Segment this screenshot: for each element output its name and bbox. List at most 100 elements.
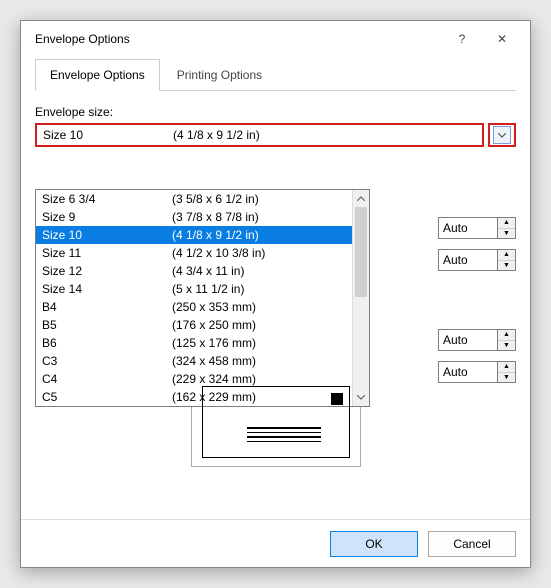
option-name: Size 12	[42, 264, 172, 278]
option-dims: (176 x 250 mm)	[172, 318, 256, 332]
option-dims: (4 3/4 x 11 in)	[172, 264, 244, 278]
scroll-track[interactable]	[353, 297, 369, 389]
option-name: Size 9	[42, 210, 172, 224]
spinbox-group-2: Auto ▲ ▼ Auto ▲ ▼	[438, 329, 516, 383]
spin-up-button[interactable]: ▲	[498, 330, 515, 341]
dialog-buttons: OK Cancel	[21, 519, 530, 567]
dialog-content: Envelope Options Printing Options Envelo…	[21, 57, 530, 519]
envelope-graphic	[202, 386, 350, 458]
help-button[interactable]: ?	[442, 25, 482, 53]
tab-envelope-options[interactable]: Envelope Options	[35, 59, 160, 91]
option-name: Size 6 3/4	[42, 192, 172, 206]
envelope-size-group: Envelope size: Size 10 (4 1/8 x 9 1/2 in…	[35, 105, 516, 147]
tab-label: Printing Options	[177, 68, 262, 82]
dropdown-option[interactable]: Size 12(4 3/4 x 11 in)	[36, 262, 352, 280]
button-label: Cancel	[453, 537, 490, 551]
spin-down-button[interactable]: ▼	[498, 373, 515, 383]
spinbox-auto-4[interactable]: Auto ▲ ▼	[438, 361, 516, 383]
spin-up-button[interactable]: ▲	[498, 250, 515, 261]
option-name: B6	[42, 336, 172, 350]
chevron-down-icon	[498, 133, 506, 138]
dropdown-option[interactable]: Size 9(3 7/8 x 8 7/8 in)	[36, 208, 352, 226]
option-name: B5	[42, 318, 172, 332]
spin-up-button[interactable]: ▲	[498, 362, 515, 373]
envelope-size-combo-row: Size 10 (4 1/8 x 9 1/2 in)	[35, 123, 516, 147]
spinbox-value[interactable]: Auto	[438, 217, 498, 239]
option-name: Size 10	[42, 228, 172, 242]
close-icon: ✕	[497, 32, 507, 46]
option-name: Size 14	[42, 282, 172, 296]
tab-label: Envelope Options	[50, 68, 145, 82]
group-spacer	[438, 281, 516, 319]
address-line	[247, 432, 321, 434]
spinbox-value[interactable]: Auto	[438, 361, 498, 383]
option-dims: (229 x 324 mm)	[172, 372, 256, 386]
address-line	[247, 436, 321, 438]
option-dims: (250 x 353 mm)	[172, 300, 256, 314]
spinbox-buttons: ▲ ▼	[498, 217, 516, 239]
dropdown-option[interactable]: C3(324 x 458 mm)	[36, 352, 352, 370]
selected-size-dims: (4 1/8 x 9 1/2 in)	[173, 128, 260, 142]
dropdown-btn-highlight	[488, 123, 516, 147]
cancel-button[interactable]: Cancel	[428, 531, 516, 557]
spinbox-group-1: Auto ▲ ▼ Auto ▲ ▼	[438, 217, 516, 271]
spinbox-auto-2[interactable]: Auto ▲ ▼	[438, 249, 516, 271]
option-dims: (5 x 11 1/2 in)	[172, 282, 244, 296]
spinbox-auto-1[interactable]: Auto ▲ ▼	[438, 217, 516, 239]
stamp-icon	[331, 393, 343, 405]
spin-down-button[interactable]: ▼	[498, 341, 515, 351]
spinbox-value[interactable]: Auto	[438, 249, 498, 271]
spinbox-buttons: ▲ ▼	[498, 249, 516, 271]
side-spinboxes: Auto ▲ ▼ Auto ▲ ▼ Auto	[438, 217, 516, 383]
option-dims: (3 7/8 x 8 7/8 in)	[172, 210, 259, 224]
option-dims: (4 1/8 x 9 1/2 in)	[172, 228, 259, 242]
option-name: C3	[42, 354, 172, 368]
close-button[interactable]: ✕	[482, 25, 522, 53]
envelope-size-dropdown[interactable]: Size 6 3/4(3 5/8 x 6 1/2 in)Size 9(3 7/8…	[35, 189, 370, 407]
scroll-down-button[interactable]	[353, 389, 369, 406]
tab-printing-options[interactable]: Printing Options	[162, 59, 277, 90]
spin-up-button[interactable]: ▲	[498, 218, 515, 229]
dialog-title: Envelope Options	[35, 32, 442, 46]
spinbox-value[interactable]: Auto	[438, 329, 498, 351]
spinbox-buttons: ▲ ▼	[498, 329, 516, 351]
option-dims: (4 1/2 x 10 3/8 in)	[172, 246, 265, 260]
option-name: C5	[42, 390, 172, 404]
chevron-up-icon	[357, 196, 365, 201]
ok-button[interactable]: OK	[330, 531, 418, 557]
dropdown-option[interactable]: Size 14(5 x 11 1/2 in)	[36, 280, 352, 298]
envelope-size-dropdown-button[interactable]	[493, 126, 511, 144]
option-name: C4	[42, 372, 172, 386]
dropdown-option[interactable]: B4(250 x 353 mm)	[36, 298, 352, 316]
spin-down-button[interactable]: ▼	[498, 229, 515, 239]
option-name: Size 11	[42, 246, 172, 260]
envelope-size-display[interactable]: Size 10 (4 1/8 x 9 1/2 in)	[35, 123, 484, 147]
address-line	[247, 427, 321, 429]
option-dims: (3 5/8 x 6 1/2 in)	[172, 192, 259, 206]
spinbox-buttons: ▲ ▼	[498, 361, 516, 383]
envelope-size-label: Envelope size:	[35, 105, 516, 119]
button-label: OK	[365, 537, 382, 551]
envelope-options-dialog: Envelope Options ? ✕ Envelope Options Pr…	[20, 20, 531, 568]
selected-size-name: Size 10	[43, 128, 173, 142]
dropdown-scrollbar[interactable]	[352, 190, 369, 406]
dropdown-option[interactable]: B5(176 x 250 mm)	[36, 316, 352, 334]
dropdown-list: Size 6 3/4(3 5/8 x 6 1/2 in)Size 9(3 7/8…	[36, 190, 352, 406]
address-line	[247, 441, 321, 443]
option-dims: (324 x 458 mm)	[172, 354, 256, 368]
dropdown-option[interactable]: B6(125 x 176 mm)	[36, 334, 352, 352]
chevron-down-icon	[357, 395, 365, 400]
option-dims: (125 x 176 mm)	[172, 336, 256, 350]
option-name: B4	[42, 300, 172, 314]
scroll-up-button[interactable]	[353, 190, 369, 207]
scroll-thumb[interactable]	[355, 207, 367, 297]
envelope-preview-frame	[191, 377, 361, 467]
spin-down-button[interactable]: ▼	[498, 261, 515, 271]
spinbox-auto-3[interactable]: Auto ▲ ▼	[438, 329, 516, 351]
dropdown-option[interactable]: Size 6 3/4(3 5/8 x 6 1/2 in)	[36, 190, 352, 208]
tab-strip: Envelope Options Printing Options	[35, 59, 516, 91]
address-lines	[247, 427, 321, 442]
dropdown-option[interactable]: Size 10(4 1/8 x 9 1/2 in)	[36, 226, 352, 244]
help-icon: ?	[459, 32, 466, 46]
dropdown-option[interactable]: Size 11(4 1/2 x 10 3/8 in)	[36, 244, 352, 262]
